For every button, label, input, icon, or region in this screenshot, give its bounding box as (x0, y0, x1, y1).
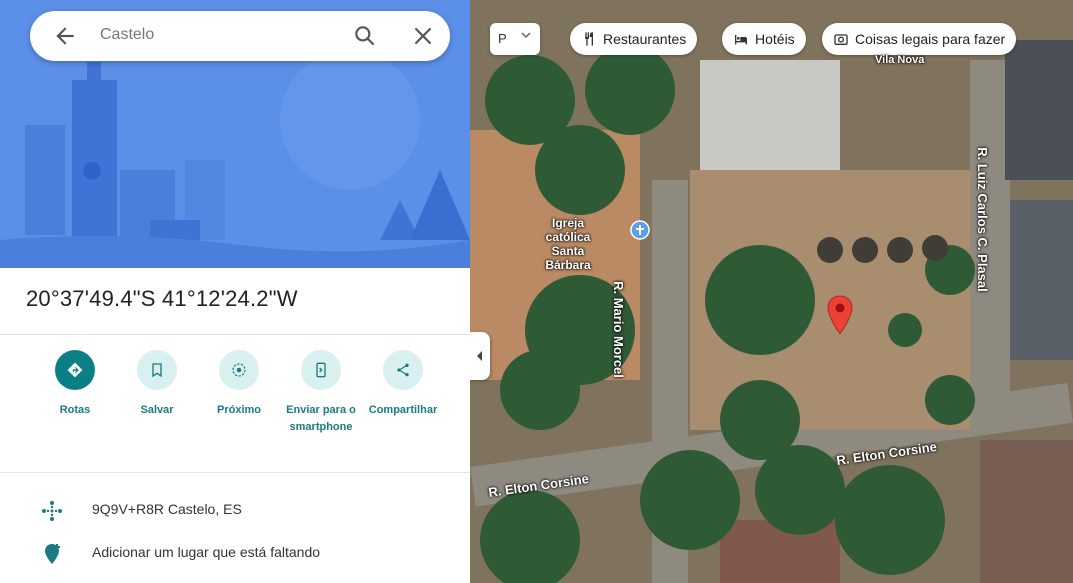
plus-code-row[interactable]: 9Q9V+R8R Castelo, ES (0, 490, 470, 530)
church-label[interactable]: Igreja católica Santa Bárbara (528, 216, 608, 272)
divider (0, 334, 470, 335)
location-pin-icon[interactable] (826, 295, 854, 335)
add-location-icon (45, 544, 60, 564)
chip-hotels[interactable]: Hotéis (722, 23, 806, 55)
coordinates-title: 20°37'49.4"S 41°12'24.2"W (26, 286, 298, 311)
search-input[interactable]: Castelo (100, 26, 154, 44)
layers-label: P (498, 31, 507, 46)
chip-restaurants-label: Restaurantes (603, 31, 687, 47)
send-to-phone-icon (301, 350, 341, 390)
share-label: Compartilhar (368, 404, 438, 416)
collapse-panel-button[interactable] (470, 332, 490, 380)
save-button[interactable]: Salvar (117, 350, 197, 419)
directions-label: Rotas (59, 404, 91, 416)
divider (0, 472, 470, 473)
layers-button[interactable]: P (490, 23, 540, 55)
chevron-down-icon (521, 32, 531, 39)
map-label-top: Vila Nova (875, 54, 925, 66)
street-label-mario: R. Mario Morcel (610, 281, 626, 378)
chip-restaurants[interactable]: Restaurantes (570, 23, 698, 55)
search-icon[interactable] (352, 23, 378, 49)
chevron-left-icon (477, 351, 482, 361)
bookmark-icon (137, 350, 177, 390)
chip-things-to-do-label: Coisas legais para fazer (855, 31, 1006, 47)
hero-illustration: Castelo (0, 0, 470, 268)
send-to-phone-label: Enviar para o smartphone (286, 404, 356, 433)
share-icon (383, 350, 423, 390)
satellite-map[interactable]: P Restaurantes Hotéis Coisas legais para… (470, 0, 1073, 583)
directions-icon (55, 350, 95, 390)
add-missing-place-row[interactable]: Adicionar um lugar que está faltando (0, 533, 470, 573)
nearby-icon (219, 350, 259, 390)
send-to-phone-button[interactable]: Enviar para o smartphone (281, 350, 361, 436)
directions-button[interactable]: Rotas (35, 350, 115, 419)
action-buttons: Rotas Salvar Próximo Enviar para o smart… (22, 350, 470, 470)
save-label: Salvar (140, 404, 174, 416)
share-button[interactable]: Compartilhar (363, 350, 443, 419)
chip-things-to-do[interactable]: Coisas legais para fazer (822, 23, 1017, 55)
back-arrow-icon[interactable] (52, 23, 78, 49)
restaurant-icon (585, 32, 593, 46)
hotel-icon (735, 35, 747, 45)
church-marker-icon[interactable] (630, 220, 650, 240)
nearby-button[interactable]: Próximo (199, 350, 279, 419)
place-panel: Castelo 20°37'49.4"S 41°12'24.2"W Rotas … (0, 0, 470, 583)
chip-hotels-label: Hotéis (755, 31, 795, 47)
plus-code-icon (42, 501, 62, 521)
add-missing-place-text: Adicionar um lugar que está faltando (92, 544, 321, 560)
camera-icon (834, 34, 848, 45)
close-icon[interactable] (410, 23, 436, 49)
nearby-label: Próximo (216, 404, 261, 416)
plus-code-text: 9Q9V+R8R Castelo, ES (92, 501, 242, 517)
search-box[interactable]: Castelo (30, 11, 450, 61)
street-label-luiz: R. Luiz Carlos C. Plasal (974, 147, 990, 292)
